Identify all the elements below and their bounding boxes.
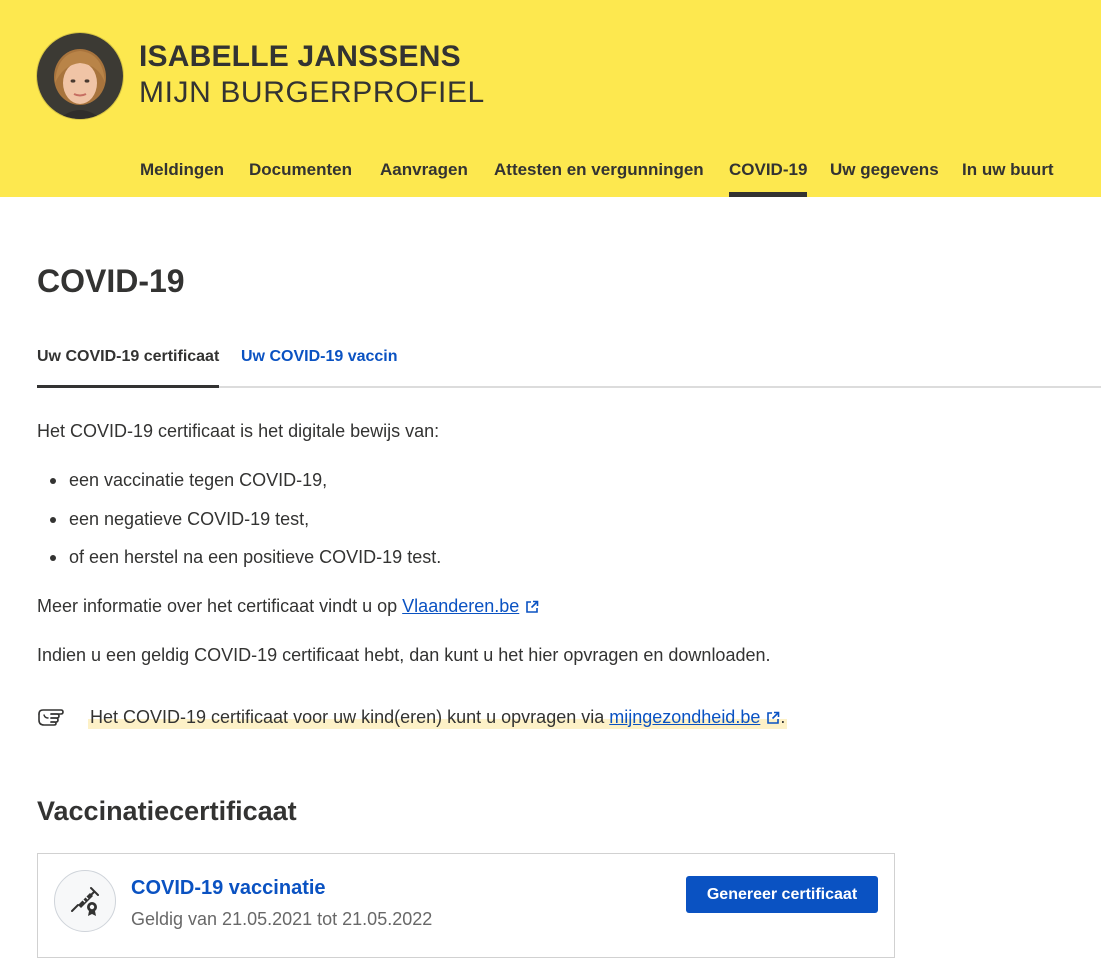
section-title: Vaccinatiecertificaat <box>37 796 297 826</box>
more-info-paragraph: Meer informatie over het certificaat vin… <box>37 596 539 617</box>
generate-certificate-button[interactable]: Genereer certificaat <box>686 876 878 913</box>
avatar[interactable] <box>37 33 123 119</box>
list-item: een negatieve COVID-19 test, <box>37 507 441 546</box>
intro-text: Het COVID-19 certificaat is het digitale… <box>37 421 440 441</box>
vaccine-certificate-icon <box>71 887 99 916</box>
certificate-title-link[interactable]: COVID-19 vaccinatie <box>131 877 326 900</box>
nav-item-aanvragen[interactable]: Aanvragen <box>380 160 468 197</box>
nav-item-in-uw-buurt[interactable]: In uw buurt <box>962 160 1054 197</box>
tab-bar: Uw COVID-19 certificaat Uw COVID-19 vacc… <box>37 348 1101 388</box>
tab-covid-vaccin[interactable]: Uw COVID-19 vaccin <box>241 348 398 386</box>
avatar-image <box>37 33 123 119</box>
pointing-hand-icon <box>38 709 64 726</box>
page-title: COVID-19 <box>37 263 185 299</box>
vlaanderen-link[interactable]: Vlaanderen.be <box>402 596 519 616</box>
site-header: ISABELLE JANSSENS MIJN BURGERPROFIEL Mel… <box>0 0 1101 197</box>
nav-item-documenten[interactable]: Documenten <box>249 160 352 197</box>
external-link-icon[interactable] <box>766 711 780 725</box>
nav-item-uw-gegevens[interactable]: Uw gegevens <box>830 160 939 197</box>
list-item: of een herstel na een positieve COVID-19… <box>37 545 441 584</box>
certificate-card: COVID-19 vaccinatie Geldig van 21.05.202… <box>37 853 895 958</box>
more-info-text: Meer informatie over het certificaat vin… <box>37 596 403 616</box>
download-text: Indien u een geldig COVID-19 certificaat… <box>37 645 771 665</box>
hint-suffix: . <box>780 707 786 727</box>
certificate-validity: Geldig van 21.05.2021 tot 21.05.2022 <box>131 909 433 929</box>
hint-text: Het COVID-19 certificaat voor uw kind(er… <box>90 707 610 727</box>
profile-title: MIJN BURGERPROFIEL <box>139 76 485 109</box>
certificate-icon-badge <box>54 870 116 932</box>
user-name: ISABELLE JANSSENS <box>139 40 461 73</box>
nav-item-meldingen[interactable]: Meldingen <box>140 160 224 197</box>
nav-item-covid-19[interactable]: COVID-19 <box>729 160 808 197</box>
external-link-icon[interactable] <box>525 600 539 614</box>
bullet-list: een vaccinatie tegen COVID-19, een negat… <box>37 468 441 584</box>
hint-callout: Het COVID-19 certificaat voor uw kind(er… <box>88 703 788 729</box>
mijngezondheid-link[interactable]: mijngezondheid.be <box>609 707 760 727</box>
tab-covid-certificaat[interactable]: Uw COVID-19 certificaat <box>37 348 220 388</box>
list-item: een vaccinatie tegen COVID-19, <box>37 468 441 507</box>
nav-item-attesten-en-vergunningen[interactable]: Attesten en vergunningen <box>494 160 704 197</box>
